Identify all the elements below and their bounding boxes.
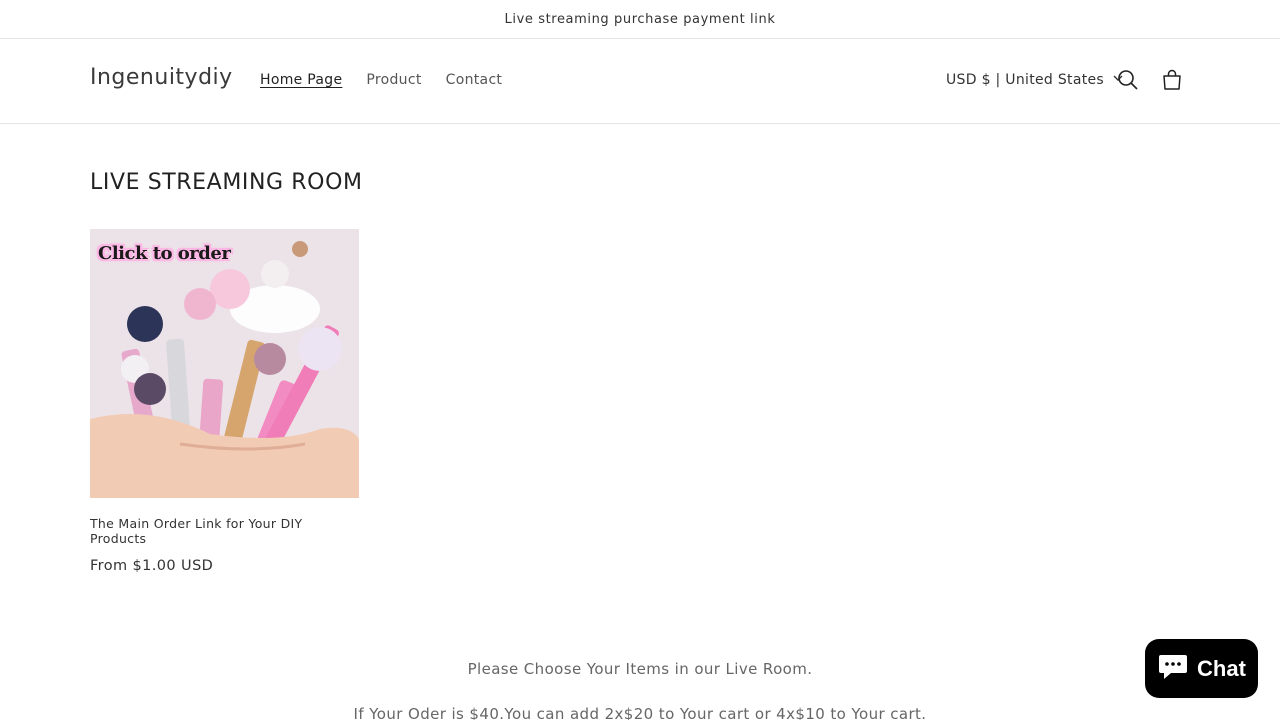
main-nav: Home Page Product Contact bbox=[260, 72, 502, 88]
product-title-link[interactable]: The Main Order Link for Your DIY Product… bbox=[90, 516, 359, 546]
nav-contact[interactable]: Contact bbox=[446, 72, 503, 88]
footer-instruction-2: If Your Oder is $40.You can add 2x$20 to… bbox=[353, 705, 927, 720]
currency-selector[interactable]: USD $ | United States bbox=[946, 72, 1124, 88]
footer-instruction-1: Please Choose Your Items in our Live Roo… bbox=[467, 660, 813, 678]
product-image[interactable]: Click to order bbox=[90, 229, 359, 498]
store-logo[interactable]: Ingenuitydiy bbox=[90, 65, 233, 90]
announcement-bar: Live streaming purchase payment link bbox=[0, 0, 1280, 39]
search-icon[interactable] bbox=[1116, 68, 1140, 92]
currency-label: USD $ | United States bbox=[946, 72, 1104, 88]
cart-icon[interactable] bbox=[1160, 68, 1184, 92]
collection-title: LIVE STREAMING ROOM bbox=[90, 170, 363, 195]
product-card[interactable]: Click to order The Main Order Link for Y… bbox=[90, 229, 359, 574]
chat-button[interactable]: Chat bbox=[1145, 639, 1258, 698]
chat-bubble-icon bbox=[1157, 651, 1189, 687]
nav-home-page[interactable]: Home Page bbox=[260, 72, 342, 88]
product-image-overlay: Click to order bbox=[98, 243, 231, 264]
announcement-text: Live streaming purchase payment link bbox=[504, 11, 776, 27]
site-header: Ingenuitydiy Home Page Product Contact U… bbox=[0, 39, 1280, 124]
product-price: From $1.00 USD bbox=[90, 558, 214, 574]
nav-product[interactable]: Product bbox=[366, 72, 421, 88]
chat-label: Chat bbox=[1197, 655, 1246, 681]
